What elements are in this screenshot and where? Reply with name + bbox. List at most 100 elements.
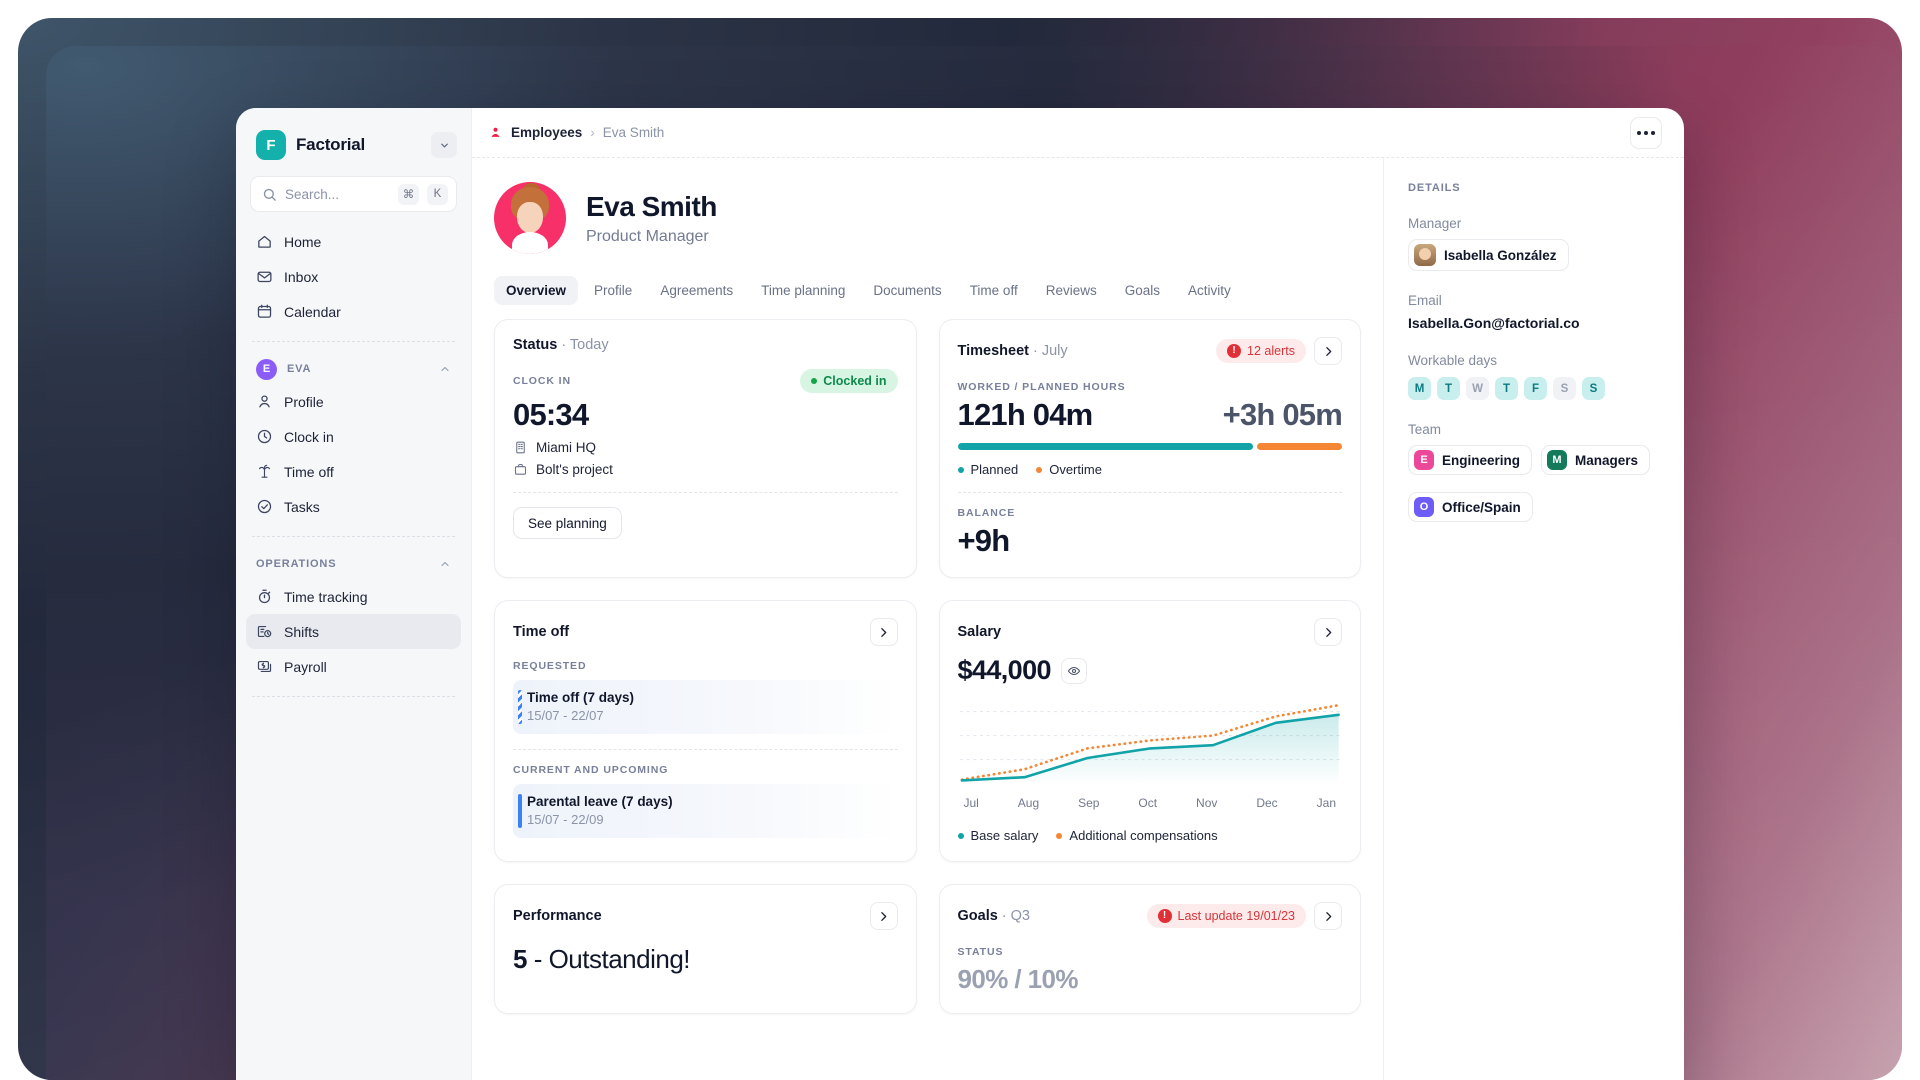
divider: [958, 492, 1343, 493]
sidebar-item-payroll[interactable]: Payroll: [246, 649, 461, 684]
team-label: Team: [1408, 422, 1662, 437]
manager-avatar: [1414, 244, 1436, 266]
day-monday[interactable]: M: [1408, 377, 1431, 400]
status-card: Status · Today CLOCK IN Clocked in 05:34: [494, 319, 917, 578]
see-planning-button[interactable]: See planning: [513, 507, 622, 539]
tab-activity[interactable]: Activity: [1176, 276, 1243, 305]
day-thursday[interactable]: T: [1495, 377, 1518, 400]
goals-open-button[interactable]: [1314, 902, 1342, 930]
salary-open-button[interactable]: [1314, 618, 1342, 646]
goals-alert-badge[interactable]: ! Last update 19/01/23: [1147, 904, 1306, 928]
timeoff-upcoming-item[interactable]: Parental leave (7 days) 15/07 - 22/09: [513, 784, 898, 838]
timesheet-card: Timesheet · July ! 12 alerts WORKED / PL…: [939, 319, 1362, 578]
sidebar-item-calendar[interactable]: Calendar: [246, 294, 461, 329]
day-friday[interactable]: F: [1524, 377, 1547, 400]
sidebar-item-label: Clock in: [284, 429, 334, 445]
clock-in-time: 05:34: [513, 397, 898, 433]
search-input[interactable]: Search... ⌘ K: [250, 176, 457, 212]
team-label-text: Office/Spain: [1442, 500, 1521, 515]
toggle-salary-visibility-button[interactable]: [1061, 658, 1087, 684]
status-card-subtitle: · Today: [561, 337, 608, 353]
chevron-right-icon: [1322, 345, 1335, 358]
timeoff-open-button[interactable]: [870, 618, 898, 646]
home-icon: [256, 233, 273, 250]
timeoff-request-item[interactable]: Time off (7 days) 15/07 - 22/07: [513, 680, 898, 734]
day-saturday[interactable]: S: [1553, 377, 1576, 400]
timeoff-card-header: Time off: [513, 618, 898, 646]
user-nav: Profile Clock in Time off Tasks: [236, 384, 471, 524]
project-row: Bolt's project: [513, 462, 898, 477]
tab-time-off[interactable]: Time off: [958, 276, 1030, 305]
team-chip-managers[interactable]: M Managers: [1541, 445, 1650, 475]
legend-additional: Additional compensations: [1056, 828, 1217, 843]
chevron-down-icon[interactable]: [431, 132, 457, 158]
salary-chart-svg: [958, 696, 1343, 792]
manager-chip[interactable]: Isabella González: [1408, 239, 1569, 271]
balance-label: BALANCE: [958, 507, 1343, 519]
sidebar-item-time-off[interactable]: Time off: [246, 454, 461, 489]
page-title: Eva Smith: [586, 191, 717, 223]
day-wednesday[interactable]: W: [1466, 377, 1489, 400]
chevron-up-icon[interactable]: [439, 363, 451, 375]
performance-card-header: Performance: [513, 902, 898, 930]
breadcrumb: Employees › Eva Smith: [488, 125, 664, 140]
performance-open-button[interactable]: [870, 902, 898, 930]
tab-goals[interactable]: Goals: [1113, 276, 1172, 305]
timesheet-open-button[interactable]: [1314, 337, 1342, 365]
tab-profile[interactable]: Profile: [582, 276, 644, 305]
team-chips: E Engineering M Managers O Office/Spain: [1408, 437, 1662, 522]
main-area: Employees › Eva Smith: [472, 108, 1684, 1080]
sidebar-item-tasks[interactable]: Tasks: [246, 489, 461, 524]
tab-time-planning[interactable]: Time planning: [749, 276, 857, 305]
timeoff-card-title: Time off: [513, 624, 569, 640]
sidebar-section-operations[interactable]: OPERATIONS: [236, 549, 471, 579]
location-label: Miami HQ: [536, 440, 596, 455]
chevron-up-icon[interactable]: [439, 558, 451, 570]
briefcase-icon: [513, 462, 528, 477]
x-tick: Jan: [1317, 796, 1336, 810]
workable-days-label: Workable days: [1408, 353, 1662, 368]
manager-label: Manager: [1408, 216, 1662, 231]
sidebar-item-time-tracking[interactable]: Time tracking: [246, 579, 461, 614]
day-sunday[interactable]: S: [1582, 377, 1605, 400]
status-badge: Clocked in: [800, 369, 897, 393]
sidebar-item-profile[interactable]: Profile: [246, 384, 461, 419]
tab-reviews[interactable]: Reviews: [1034, 276, 1109, 305]
overtime-hours: +3h 05m: [1223, 397, 1342, 433]
brand-name: Factorial: [296, 135, 365, 155]
alert-icon: !: [1158, 909, 1172, 923]
brand-row[interactable]: F Factorial: [236, 108, 471, 176]
sidebar-item-clock-in[interactable]: Clock in: [246, 419, 461, 454]
goals-card-title: Goals: [958, 908, 998, 924]
salary-card: Salary $44,000: [939, 600, 1362, 862]
sidebar-item-shifts[interactable]: Shifts: [246, 614, 461, 649]
team-chip-office-spain[interactable]: O Office/Spain: [1408, 492, 1533, 522]
progress-planned: [958, 443, 1253, 450]
alerts-badge[interactable]: ! 12 alerts: [1216, 339, 1306, 363]
x-tick: Aug: [1018, 796, 1039, 810]
email-value[interactable]: Isabella.Gon@factorial.co: [1408, 315, 1662, 331]
more-options-button[interactable]: [1630, 117, 1662, 149]
eye-icon: [1067, 664, 1081, 678]
performance-score: 5: [513, 944, 527, 974]
goals-alert-label: Last update 19/01/23: [1178, 909, 1295, 923]
chevron-right-icon: [877, 626, 890, 639]
breadcrumb-current: Eva Smith: [603, 125, 665, 140]
tab-documents[interactable]: Documents: [861, 276, 953, 305]
performance-card-title: Performance: [513, 908, 602, 924]
breadcrumb-root[interactable]: Employees: [511, 125, 582, 140]
project-label: Bolt's project: [536, 462, 613, 477]
team-chip-engineering[interactable]: E Engineering: [1408, 445, 1532, 475]
sidebar-item-inbox[interactable]: Inbox: [246, 259, 461, 294]
sidebar-item-label: Inbox: [284, 269, 318, 285]
search-icon: [262, 187, 277, 202]
salary-card-header: Salary: [958, 618, 1343, 646]
sidebar-item-home[interactable]: Home: [246, 224, 461, 259]
sidebar-section-user[interactable]: E EVA: [236, 354, 471, 384]
legend-dot: [958, 833, 964, 839]
tab-agreements[interactable]: Agreements: [648, 276, 745, 305]
day-tuesday[interactable]: T: [1437, 377, 1460, 400]
performance-value: 5 - Outstanding!: [513, 944, 898, 975]
legend-planned: Planned: [958, 462, 1019, 477]
tab-overview[interactable]: Overview: [494, 276, 578, 305]
